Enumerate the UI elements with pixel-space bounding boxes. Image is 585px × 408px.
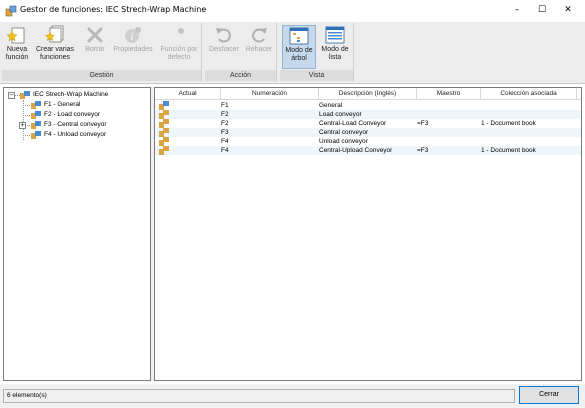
new-function-label: Nueva función: [5, 46, 29, 61]
cell-numeracion: F2: [221, 120, 229, 127]
column-header-maestro[interactable]: Maestro: [417, 88, 481, 100]
window-title: Gestor de funciones: IEC Strech-Wrap Mac…: [20, 5, 207, 14]
cell-descripcion: Central-Load Conveyor: [319, 120, 387, 127]
function-icon: [159, 110, 169, 119]
tree-root-expander[interactable]: −: [8, 92, 15, 99]
function-tree[interactable]: − IEC Strech-Wrap Machine F1 - General F…: [3, 87, 151, 381]
tree-item-label: F2 - Load conveyor: [44, 111, 101, 118]
create-multiple-label: Crear varias funciones: [35, 46, 75, 61]
tree-item-f3-expander[interactable]: +: [19, 122, 26, 129]
minimize-button[interactable]: –: [506, 2, 528, 18]
tree-item-label: F1 - General: [44, 101, 81, 108]
group-gestion-label: Gestión: [2, 70, 201, 81]
function-icon: [159, 146, 169, 155]
undo-button[interactable]: Deshacer: [207, 25, 241, 69]
item-count: 6 elemento(s): [3, 389, 515, 403]
maximize-button[interactable]: ☐: [531, 2, 553, 18]
table-row[interactable]: F3 Central conveyor: [155, 128, 581, 137]
redo-label: Rehacer: [245, 46, 273, 53]
function-icon: [159, 128, 169, 137]
table-row[interactable]: F4 Central-Upload Conveyor =F3 1 - Docum…: [155, 146, 581, 155]
properties-icon: i: [125, 27, 141, 43]
close-window-button[interactable]: ✕: [557, 2, 579, 18]
close-dialog-button[interactable]: Cerrar: [519, 386, 579, 404]
create-multiple-button[interactable]: Crear varias funciones: [34, 25, 76, 69]
default-function-icon: [178, 28, 184, 34]
function-list[interactable]: Actual Numeración Descripción (Inglés) M…: [154, 87, 582, 381]
cell-maestro: =F3: [417, 120, 429, 127]
create-multiple-icon: [45, 25, 64, 43]
function-node-icon: [31, 111, 41, 119]
function-manager-icon: [5, 5, 17, 17]
function-node-icon: [31, 121, 41, 129]
group-gestion: Nueva función Crear varias funciones Bor…: [2, 23, 202, 81]
svg-text:i: i: [131, 32, 134, 43]
properties-label: Propiedades: [113, 46, 153, 53]
function-icon: [159, 119, 169, 128]
column-header-coleccion[interactable]: Colección asociada: [481, 88, 577, 100]
redo-button[interactable]: Rehacer: [242, 25, 276, 69]
list-mode-icon: [325, 26, 345, 44]
title-bar: Gestor de funciones: IEC Strech-Wrap Mac…: [0, 0, 585, 22]
properties-button[interactable]: i Propiedades: [111, 25, 155, 69]
current-function-icon: [159, 101, 169, 110]
tree-connector: [23, 115, 30, 116]
cell-numeracion: F4: [221, 147, 229, 154]
table-row[interactable]: F4 Unload conveyor: [155, 137, 581, 146]
new-function-icon: [7, 27, 25, 44]
tree-connector: [23, 105, 30, 106]
table-row[interactable]: F2 Central-Load Conveyor =F3 1 - Documen…: [155, 119, 581, 128]
tree-connector: [23, 100, 24, 140]
function-icon: [159, 137, 169, 146]
cell-coleccion: 1 - Document book: [481, 120, 536, 127]
cell-numeracion: F4: [221, 138, 229, 145]
undo-label: Deshacer: [209, 46, 239, 53]
delete-button[interactable]: Borrar: [80, 25, 110, 69]
default-function-button[interactable]: Función por defecto: [157, 25, 201, 69]
function-node-icon: [31, 131, 41, 139]
cell-maestro: =F3: [417, 147, 429, 154]
list-header: Actual Numeración Descripción (Inglés) M…: [155, 88, 581, 100]
undo-icon: [216, 28, 231, 43]
cell-descripcion: Load conveyor: [319, 111, 362, 118]
list-mode-button[interactable]: Modo de lista: [318, 25, 352, 69]
cell-descripcion: Unload conveyor: [319, 138, 368, 145]
cell-descripcion: General: [319, 102, 343, 109]
tree-item-label: F4 - Unload conveyor: [44, 131, 107, 138]
table-row[interactable]: F2 Load conveyor: [155, 110, 581, 119]
table-row[interactable]: F1 General: [155, 101, 581, 110]
column-header-numeracion[interactable]: Numeración: [221, 88, 319, 100]
tree-connector: [23, 135, 30, 136]
column-header-actual[interactable]: Actual: [155, 88, 221, 100]
tree-mode-button[interactable]: Modo de árbol: [282, 25, 316, 69]
redo-icon: [252, 28, 267, 43]
cell-descripcion: Central-Upload Conveyor: [319, 147, 393, 154]
tree-mode-label: Modo de árbol: [285, 47, 313, 62]
tree-root-label: IEC Strech-Wrap Machine: [33, 91, 109, 98]
status-bar: 6 elemento(s) Cerrar: [0, 384, 585, 408]
cell-coleccion: 1 - Document book: [481, 147, 536, 154]
delete-icon: [87, 27, 103, 43]
tree-mode-icon: [289, 27, 309, 45]
cell-descripcion: Central conveyor: [319, 129, 369, 136]
new-function-button[interactable]: Nueva función: [3, 25, 31, 69]
cell-numeracion: F2: [221, 111, 229, 118]
machine-node-icon: [20, 91, 30, 99]
default-function-label: Función por defecto: [160, 46, 198, 61]
function-node-icon: [31, 101, 41, 109]
group-vista-label: Vista: [280, 70, 353, 81]
list-mode-label: Modo de lista: [321, 46, 349, 61]
ribbon-toolbar: Nueva función Crear varias funciones Bor…: [0, 22, 585, 84]
group-accion-label: Acción: [205, 70, 276, 81]
cell-numeracion: F1: [221, 102, 229, 109]
column-header-descripcion[interactable]: Descripción (Inglés): [319, 88, 417, 100]
group-accion: Deshacer Rehacer Acción: [205, 23, 277, 81]
group-vista: Modo de árbol Modo de lista Vista: [280, 23, 354, 81]
tree-item-label: F3 - Central conveyor: [44, 121, 107, 128]
tree-connector: [27, 125, 30, 126]
cell-numeracion: F3: [221, 129, 229, 136]
delete-label: Borrar: [85, 46, 105, 53]
